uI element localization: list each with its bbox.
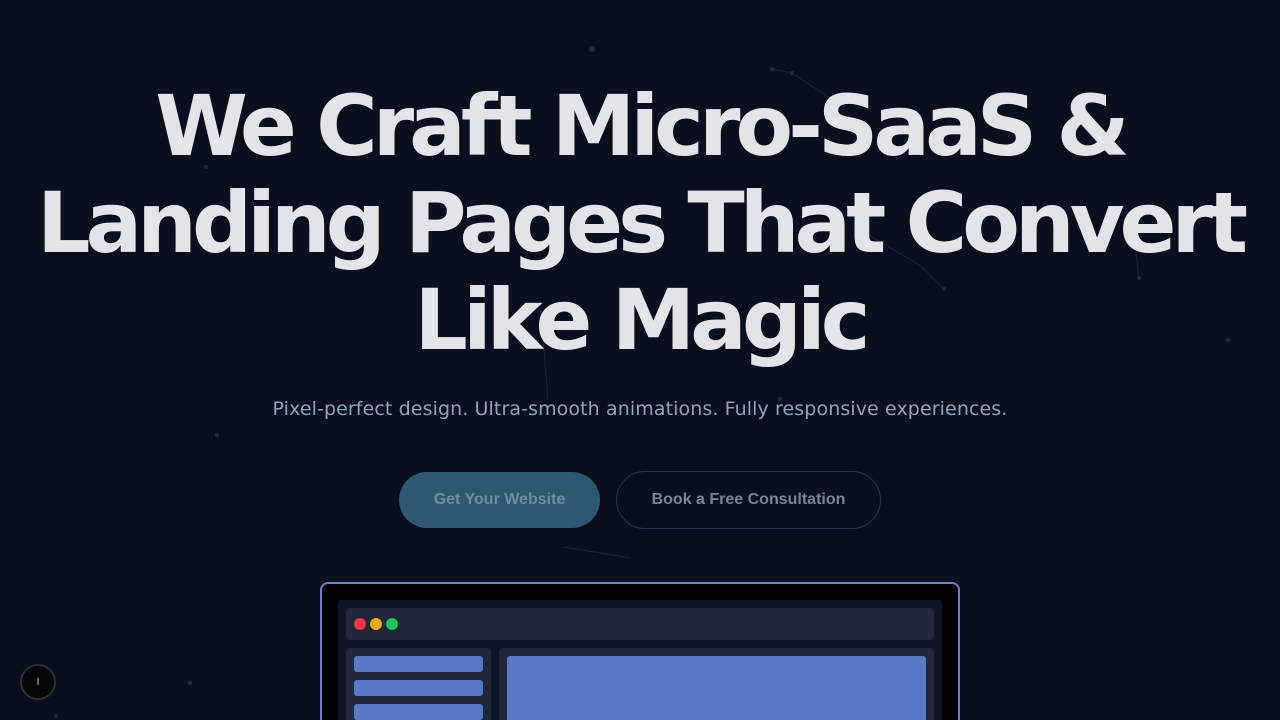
mockup-browser-bar [346,608,934,640]
window-maximize-dot-icon [386,618,398,630]
hero-title: We Craft Micro-SaaS & Landing Pages That… [0,78,1280,369]
mockup-sidebar-item [354,656,483,672]
window-minimize-dot-icon [370,618,382,630]
hero-title-line-2: Landing Pages That Convert [36,174,1248,272]
hero-title-line-3: Like Magic [414,271,870,369]
book-consultation-button[interactable]: Book a Free Consultation [616,471,881,529]
mockup-sidebar-item [354,680,483,696]
floating-action-button[interactable]: I [20,664,56,700]
hero-title-line-1: We Craft Micro-SaaS & [155,77,1130,175]
floating-button-label: I [36,676,40,688]
mockup-content-block [507,656,926,720]
window-close-dot-icon [354,618,366,630]
get-your-website-button[interactable]: Get Your Website [399,472,600,528]
device-mockup [320,582,960,720]
mockup-screen [338,600,942,720]
mockup-main-panel [499,648,934,720]
hero-section: We Craft Micro-SaaS & Landing Pages That… [0,0,1280,720]
mockup-sidebar [346,648,491,720]
hero-subtitle: Pixel-perfect design. Ultra-smooth anima… [272,398,1008,420]
mockup-sidebar-item [354,704,483,720]
